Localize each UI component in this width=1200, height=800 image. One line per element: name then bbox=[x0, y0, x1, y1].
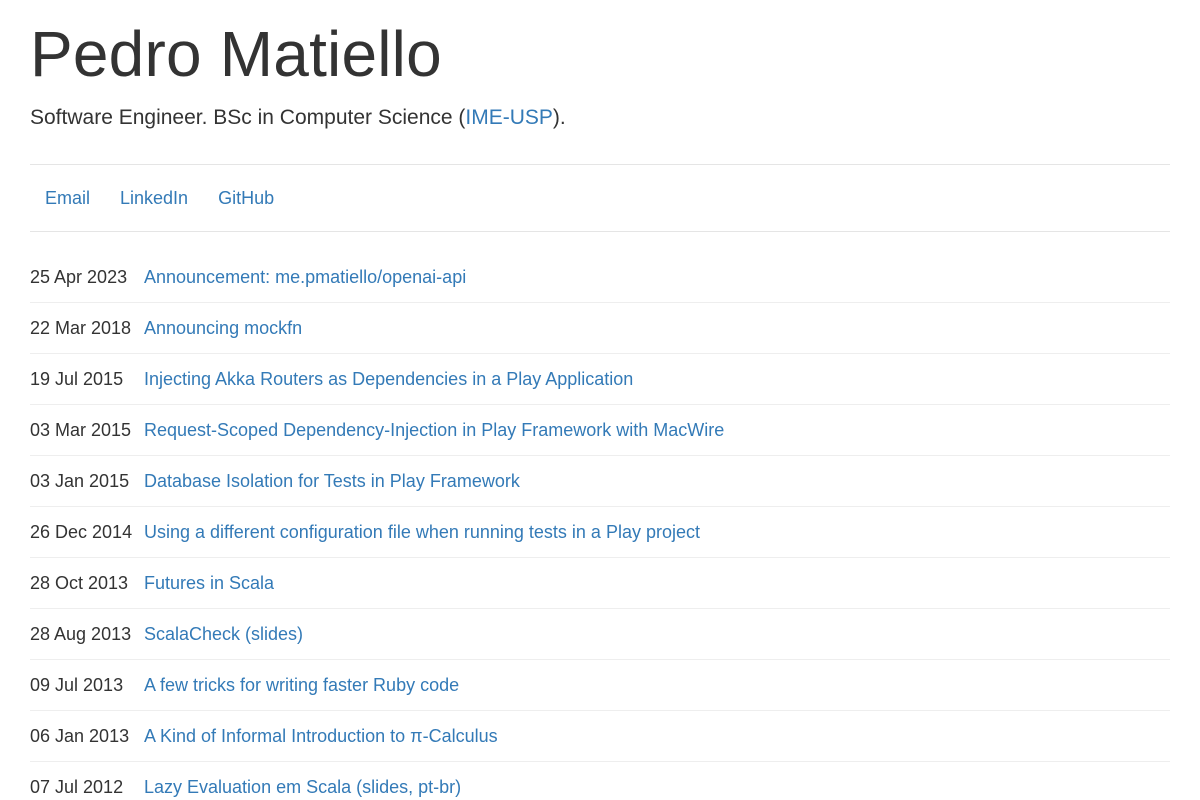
post-date: 03 Mar 2015 bbox=[30, 419, 132, 440]
post-date: 26 Dec 2014 bbox=[30, 521, 133, 542]
nav-linkedin-link[interactable]: LinkedIn bbox=[105, 189, 203, 207]
post-row: 28 Aug 2013 ScalaCheck (slides) bbox=[30, 609, 1170, 661]
post-date: 28 Oct 2013 bbox=[30, 572, 129, 593]
post-row: 09 Jul 2013 A few tricks for writing fas… bbox=[30, 660, 1170, 712]
post-date: 06 Jan 2013 bbox=[30, 725, 130, 746]
post-link[interactable]: Lazy Evaluation em Scala (slides, pt-br) bbox=[144, 777, 461, 798]
post-link[interactable]: Using a different configuration file whe… bbox=[144, 522, 700, 543]
subtitle-text-pre: Software Engineer. BSc in Computer Scien… bbox=[30, 106, 466, 129]
page-subtitle: Software Engineer. BSc in Computer Scien… bbox=[30, 105, 1170, 130]
post-date: 28 Aug 2013 bbox=[30, 623, 132, 644]
contact-nav: Email LinkedIn GitHub bbox=[30, 165, 1170, 231]
nav-github-link[interactable]: GitHub bbox=[203, 189, 289, 207]
post-link[interactable]: ScalaCheck (slides) bbox=[144, 624, 303, 645]
post-link[interactable]: Futures in Scala bbox=[144, 573, 274, 594]
post-date: 22 Mar 2018 bbox=[30, 317, 132, 338]
post-link[interactable]: Request-Scoped Dependency-Injection in P… bbox=[144, 420, 724, 441]
post-list: 25 Apr 2023 Announcement: me.pmatiello/o… bbox=[30, 252, 1170, 800]
post-date: 25 Apr 2023 bbox=[30, 266, 128, 287]
page-title: Pedro Matiello bbox=[30, 18, 442, 90]
post-date: 07 Jul 2012 bbox=[30, 776, 124, 797]
post-row: 25 Apr 2023 Announcement: me.pmatiello/o… bbox=[30, 252, 1170, 304]
post-link[interactable]: Announcing mockfn bbox=[144, 318, 302, 339]
post-date: 19 Jul 2015 bbox=[30, 368, 124, 389]
nav-email-link[interactable]: Email bbox=[30, 189, 105, 207]
post-link[interactable]: Database Isolation for Tests in Play Fra… bbox=[144, 471, 520, 492]
page: Pedro Matiello Software Engineer. BSc in… bbox=[30, 0, 1170, 800]
post-row: 26 Dec 2014 Using a different configurat… bbox=[30, 507, 1170, 559]
subtitle-text-post: ). bbox=[552, 106, 566, 129]
post-link[interactable]: A Kind of Informal Introduction to π-Cal… bbox=[144, 726, 498, 747]
post-date: 09 Jul 2013 bbox=[30, 674, 124, 695]
post-link[interactable]: A few tricks for writing faster Ruby cod… bbox=[144, 675, 459, 696]
post-row: 03 Jan 2015 Database Isolation for Tests… bbox=[30, 456, 1170, 508]
post-date: 03 Jan 2015 bbox=[30, 470, 130, 491]
post-row: 19 Jul 2015 Injecting Akka Routers as De… bbox=[30, 354, 1170, 406]
post-row: 03 Mar 2015 Request-Scoped Dependency-In… bbox=[30, 405, 1170, 457]
ime-usp-link[interactable]: IME-USP bbox=[465, 106, 553, 129]
post-row: 07 Jul 2012 Lazy Evaluation em Scala (sl… bbox=[30, 762, 1170, 800]
post-link[interactable]: Injecting Akka Routers as Dependencies i… bbox=[144, 369, 633, 390]
nav-divider bbox=[30, 231, 1170, 233]
post-link[interactable]: Announcement: me.pmatiello/openai-api bbox=[144, 267, 466, 288]
post-row: 06 Jan 2013 A Kind of Informal Introduct… bbox=[30, 711, 1170, 763]
post-row: 22 Mar 2018 Announcing mockfn bbox=[30, 303, 1170, 355]
post-row: 28 Oct 2013 Futures in Scala bbox=[30, 558, 1170, 610]
